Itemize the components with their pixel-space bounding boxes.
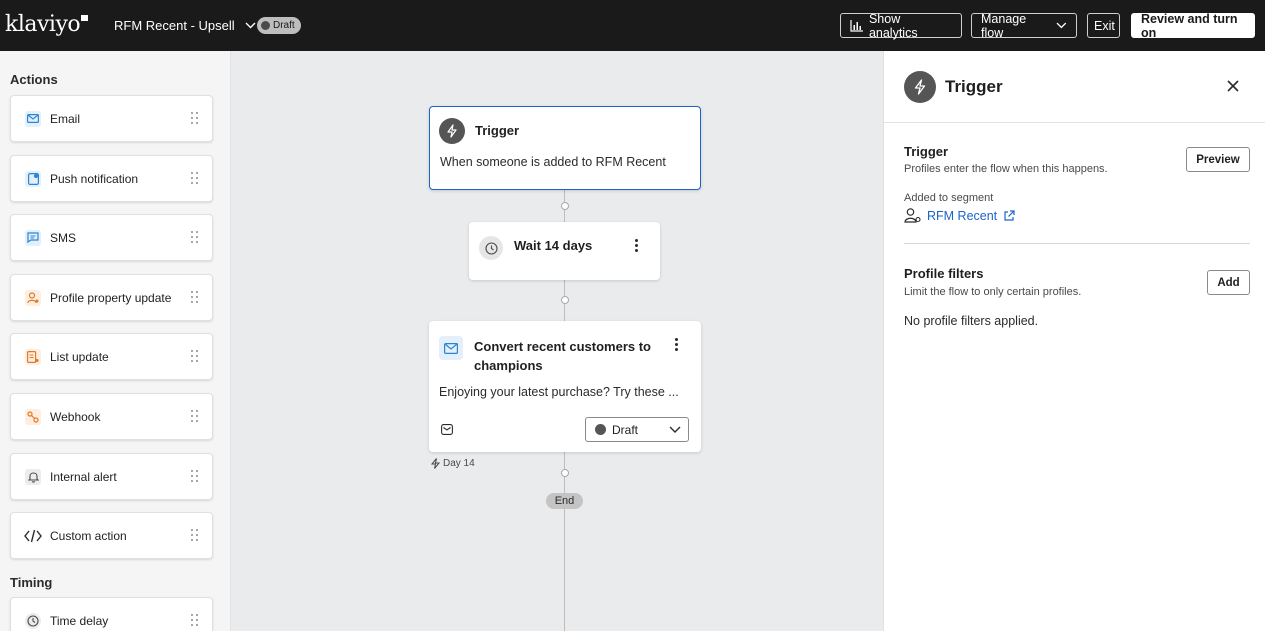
email-node-title: Convert recent customers to champions [474, 339, 651, 373]
timing-heading: Timing [10, 575, 53, 590]
trigger-section-description: Profiles enter the flow when this happen… [904, 163, 1108, 175]
draft-icon [261, 21, 270, 30]
action-sms[interactable]: SMS [10, 214, 213, 261]
list-icon [25, 348, 41, 365]
envelope-icon [441, 422, 453, 440]
code-icon [23, 528, 43, 544]
preview-button[interactable]: Preview [1186, 147, 1250, 172]
action-time-delay[interactable]: Time delay [10, 597, 213, 631]
end-marker: End [546, 493, 583, 509]
lightning-icon [431, 458, 440, 469]
email-status-select[interactable]: Draft [585, 417, 689, 442]
chevron-down-icon [245, 22, 256, 29]
more-options-icon[interactable] [635, 239, 639, 253]
exit-button[interactable]: Exit [1087, 13, 1120, 38]
lightning-icon [439, 118, 465, 144]
drag-handle-icon[interactable] [191, 172, 198, 186]
action-push-notification[interactable]: Push notification [10, 155, 213, 202]
drag-handle-icon[interactable] [191, 470, 198, 484]
action-webhook[interactable]: Webhook [10, 393, 213, 440]
section-divider [904, 243, 1250, 244]
action-custom-action[interactable]: Custom action [10, 512, 213, 559]
lightning-icon [904, 71, 936, 103]
push-icon [25, 170, 41, 187]
close-icon[interactable] [1226, 79, 1240, 93]
flow-name-dropdown[interactable]: RFM Recent - Upsell [114, 18, 256, 33]
wait-node-title: Wait 14 days [514, 238, 593, 253]
clock-icon [479, 236, 503, 260]
manage-flow-button[interactable]: Manage flow [971, 12, 1077, 40]
trigger-node-description: When someone is added to RFM Recent [440, 155, 666, 169]
add-step-dot[interactable] [561, 296, 569, 304]
external-link-icon [1004, 209, 1015, 221]
day-label: Day 14 [431, 458, 475, 469]
email-icon [25, 110, 41, 127]
drag-handle-icon[interactable] [191, 529, 198, 543]
actions-heading: Actions [10, 72, 58, 87]
drag-handle-icon[interactable] [191, 410, 198, 424]
actions-sidebar: Actions Email Push notification SMS Prof… [0, 51, 231, 631]
wait-node[interactable]: Wait 14 days [469, 222, 660, 280]
add-step-dot[interactable] [561, 469, 569, 477]
panel-header: Trigger [884, 51, 1265, 123]
trigger-node[interactable]: Trigger When someone is added to RFM Rec… [429, 106, 701, 190]
drag-handle-icon[interactable] [191, 112, 198, 126]
clock-icon [25, 612, 41, 629]
drag-handle-icon[interactable] [191, 291, 198, 305]
top-bar: klaviyo RFM Recent - Upsell Draft Show a… [0, 0, 1265, 51]
klaviyo-logo[interactable]: klaviyo [5, 12, 89, 37]
trigger-section-heading: Trigger [904, 144, 949, 159]
chevron-down-icon [669, 426, 681, 433]
review-and-turn-on-button[interactable]: Review and turn on [1131, 12, 1255, 40]
show-analytics-button[interactable]: Show analytics [840, 12, 962, 40]
panel-title: Trigger [945, 77, 1003, 96]
flow-name-text: RFM Recent - Upsell [114, 18, 235, 33]
add-filter-button[interactable]: Add [1207, 270, 1250, 295]
action-email[interactable]: Email [10, 95, 213, 142]
action-profile-property-update[interactable]: Profile property update [10, 274, 213, 321]
more-options-icon[interactable] [675, 338, 679, 352]
webhook-icon [25, 408, 41, 425]
status-badge: Draft [257, 17, 301, 34]
segment-link[interactable]: RFM Recent [904, 208, 1015, 223]
bar-chart-icon [850, 19, 863, 32]
drag-handle-icon[interactable] [191, 231, 198, 245]
drag-handle-icon[interactable] [191, 614, 198, 628]
chevron-down-icon [1056, 22, 1067, 29]
segment-label: Added to segment [904, 192, 994, 204]
email-node[interactable]: Convert recent customers to champions En… [429, 321, 701, 452]
trigger-node-title: Trigger [475, 123, 520, 138]
action-internal-alert[interactable]: Internal alert [10, 453, 213, 500]
action-list-update[interactable]: List update [10, 333, 213, 380]
user-segment-icon [904, 208, 921, 223]
drag-handle-icon[interactable] [191, 350, 198, 364]
profile-filters-heading: Profile filters [904, 266, 984, 281]
email-preview-text: Enjoying your latest purchase? Try these… [439, 385, 679, 399]
profile-icon [25, 289, 41, 306]
bell-icon [25, 468, 41, 485]
profile-filters-description: Limit the flow to only certain profiles. [904, 286, 1082, 298]
sms-icon [25, 229, 41, 246]
connector-line [564, 509, 565, 631]
email-icon [439, 336, 463, 360]
add-step-dot[interactable] [561, 202, 569, 210]
trigger-settings-panel: Trigger Trigger Profiles enter the flow … [883, 51, 1265, 631]
no-filters-message: No profile filters applied. [904, 314, 1039, 328]
draft-icon [595, 424, 606, 435]
flow-canvas[interactable]: Trigger When someone is added to RFM Rec… [231, 51, 883, 631]
